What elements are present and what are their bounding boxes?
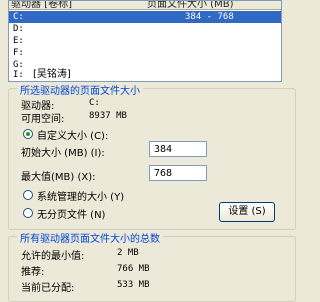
- drive-row-d[interactable]: D:: [9, 23, 281, 35]
- system-managed-label[interactable]: 系统管理的大小 (Y): [37, 188, 124, 203]
- recommended-label: 推荐:: [21, 267, 45, 278]
- max-size-label: 最大值(MB) (X):: [21, 172, 96, 183]
- initial-size-input[interactable]: 384: [149, 141, 207, 157]
- drive-row-f[interactable]: F:: [9, 47, 281, 59]
- no-paging-radio[interactable]: [23, 208, 33, 218]
- custom-size-label[interactable]: 自定义大小 (C):: [37, 127, 108, 142]
- drive-row-c[interactable]: C: 384 - 768: [9, 11, 281, 23]
- drive-letter: C:: [13, 12, 24, 22]
- drive-letter: D:: [13, 24, 24, 34]
- no-paging-label[interactable]: 无分页文件 (N): [37, 206, 105, 221]
- set-button[interactable]: 设置 (S): [219, 202, 275, 222]
- free-space-label: 可用空间:: [21, 114, 65, 125]
- drive-label: [吴铭涛]: [33, 69, 71, 80]
- recommended-value: 766 MB: [117, 264, 150, 274]
- drive-row-e[interactable]: E:: [9, 35, 281, 47]
- min-allowed-value: 2 MB: [117, 248, 139, 258]
- system-managed-radio[interactable]: [23, 190, 33, 200]
- drive-list-header: 驱动器 [卷标] 页面文件大小 (MB): [9, 1, 281, 10]
- current-allocated-label: 当前已分配:: [21, 283, 75, 294]
- free-space-value: 8937 MB: [89, 111, 127, 121]
- drive-field-value: C:: [89, 98, 100, 108]
- drive-row-i[interactable]: I: [吴铭涛]: [9, 69, 281, 81]
- drive-letter: F:: [13, 48, 24, 58]
- drive-size: 384 - 768: [185, 12, 234, 22]
- totals-title: 所有驱动器页面文件大小的总数: [17, 230, 163, 245]
- current-allocated-value: 533 MB: [117, 280, 150, 290]
- selected-drive-group: 所选驱动器的页面文件大小 驱动器: C: 可用空间: 8937 MB 自定义大小…: [8, 82, 296, 230]
- min-allowed-label: 允许的最小值:: [21, 251, 85, 262]
- drive-letter: E:: [13, 36, 24, 46]
- totals-group: 所有驱动器页面文件大小的总数 允许的最小值: 2 MB 推荐: 766 MB 当…: [8, 230, 296, 302]
- drive-letter: I:: [13, 70, 24, 80]
- custom-size-radio[interactable]: [23, 129, 33, 139]
- header-size[interactable]: 页面文件大小 (MB): [147, 1, 233, 9]
- selected-drive-title: 所选驱动器的页面文件大小: [17, 82, 143, 97]
- initial-size-label: 初始大小 (MB) (I):: [21, 148, 105, 159]
- drive-list[interactable]: 驱动器 [卷标] 页面文件大小 (MB) C: 384 - 768 D: E: …: [8, 0, 282, 82]
- header-drive[interactable]: 驱动器 [卷标]: [11, 1, 72, 9]
- max-size-input[interactable]: 768: [149, 165, 207, 181]
